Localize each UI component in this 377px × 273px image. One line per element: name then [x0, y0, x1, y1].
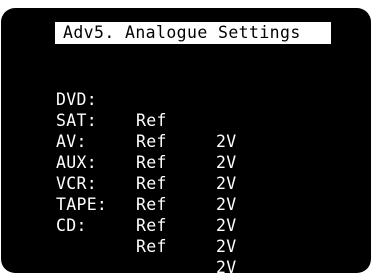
source-label: CD:: [56, 216, 87, 235]
settings-row-aux[interactable]: AUX: Ref 2V: [56, 131, 256, 214]
osd-screen: Adv5. Analogue Settings DVD: Ref 2V SAT:…: [1, 8, 371, 273]
settings-row-sat[interactable]: SAT: Ref 2V: [56, 89, 256, 172]
level-value: 2V: [216, 216, 237, 235]
title-bar: Adv5. Analogue Settings: [55, 22, 331, 44]
mode-value: Ref: [136, 237, 167, 256]
page-title: Adv5. Analogue Settings: [63, 23, 301, 42]
analogue-settings-list: DVD: Ref 2V SAT: Ref 2V AV: Ref 2V AUX: …: [56, 68, 256, 273]
level-value: 2V: [216, 237, 237, 256]
settings-row-vcr[interactable]: VCR: Ref 2V: [56, 152, 256, 235]
level-value: 2V: [216, 258, 237, 273]
settings-row-av[interactable]: AV: Ref 2V: [56, 110, 256, 193]
mode-value: Ref: [136, 216, 167, 235]
settings-row-dvd[interactable]: DVD: Ref 2V: [56, 68, 256, 151]
settings-row-cd[interactable]: CD: Ref 2V: [56, 194, 256, 273]
settings-row-tape[interactable]: TAPE: Ref 2V: [56, 173, 256, 256]
